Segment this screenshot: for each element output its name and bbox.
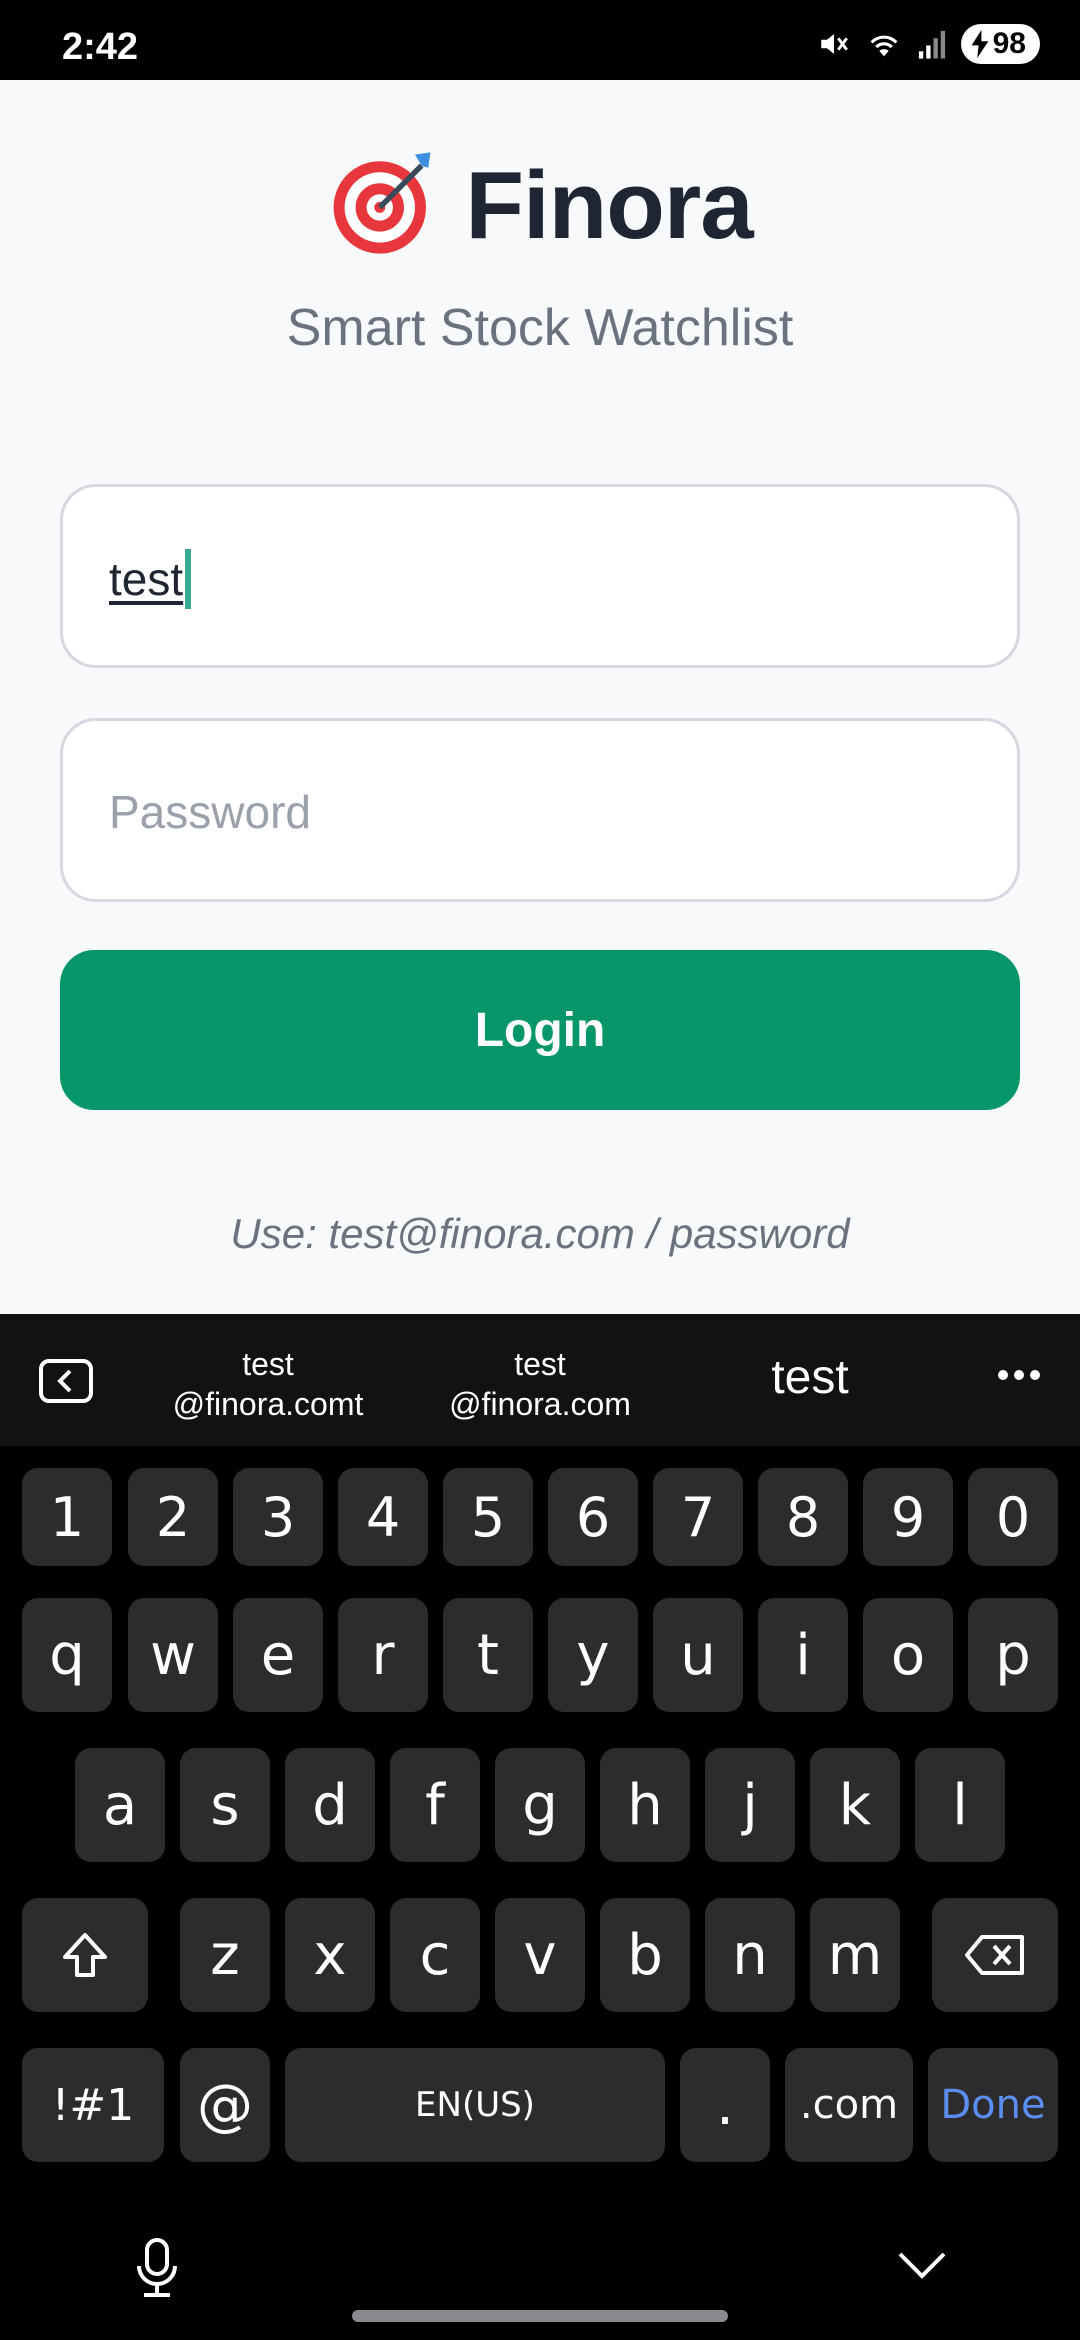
key-g[interactable]: g [495,1748,585,1862]
charging-bolt-icon [971,30,989,58]
key-f[interactable]: f [390,1748,480,1862]
key-0[interactable]: 0 [968,1468,1058,1566]
key-c[interactable]: c [390,1898,480,2012]
at-key[interactable]: @ [180,2048,270,2162]
dotcom-key[interactable]: .com [785,2048,913,2162]
password-field[interactable]: Password [60,718,1020,902]
key-a[interactable]: a [75,1748,165,1862]
suggestion-3[interactable]: test [720,1354,900,1402]
done-key[interactable]: Done [928,2048,1058,2162]
keyboard-back-icon[interactable] [38,1358,94,1409]
email-field-value: test [109,549,192,609]
key-v[interactable]: v [495,1898,585,2012]
key-4[interactable]: 4 [338,1468,428,1566]
backspace-icon [965,1935,1024,1975]
soft-keyboard: test @finora.comt test @finora.com test … [0,1314,1080,2340]
key-2[interactable]: 2 [128,1468,218,1566]
more-options-icon[interactable] [996,1368,1042,1387]
key-p[interactable]: p [968,1598,1058,1712]
key-n[interactable]: n [705,1898,795,2012]
suggestion-bar: test @finora.comt test @finora.com test [0,1314,1080,1446]
key-5[interactable]: 5 [443,1468,533,1566]
email-field[interactable]: test [60,484,1020,668]
key-e[interactable]: e [233,1598,323,1712]
period-key[interactable]: . [680,2048,770,2162]
home-indicator[interactable] [352,2310,728,2322]
key-d[interactable]: d [285,1748,375,1862]
key-m[interactable]: m [810,1898,900,2012]
key-q[interactable]: q [22,1598,112,1712]
status-icons: 98 [817,24,1040,64]
wifi-icon [865,27,903,61]
login-screen: Finora Smart Stock Watchlist test Passwo… [0,80,1080,1314]
key-s[interactable]: s [180,1748,270,1862]
symbols-key[interactable]: !#1 [22,2048,164,2162]
app-subtitle: Smart Stock Watchlist [286,299,794,357]
app-title: Finora [465,151,753,259]
login-button[interactable]: Login [60,950,1020,1110]
key-l[interactable]: l [915,1748,1005,1862]
key-9[interactable]: 9 [863,1468,953,1566]
key-8[interactable]: 8 [758,1468,848,1566]
suggestion-1[interactable]: test @finora.comt [168,1344,368,1424]
suggestion-2[interactable]: test @finora.com [440,1344,640,1424]
key-r[interactable]: r [338,1598,428,1712]
key-x[interactable]: x [285,1898,375,2012]
key-j[interactable]: j [705,1748,795,1862]
credentials-hint: Use: test@finora.com / password [230,1210,850,1257]
space-key[interactable]: EN(US) [285,2048,665,2162]
password-placeholder: Password [109,786,311,838]
status-bar: 2:42 98 [0,0,1080,80]
key-i[interactable]: i [758,1598,848,1712]
key-k[interactable]: k [810,1748,900,1862]
text-caret [185,549,192,609]
key-u[interactable]: u [653,1598,743,1712]
key-b[interactable]: b [600,1898,690,2012]
key-1[interactable]: 1 [22,1468,112,1566]
battery-indicator: 98 [960,24,1040,64]
target-logo-icon [327,148,437,263]
key-t[interactable]: t [443,1598,533,1712]
hide-keyboard-chevron-icon[interactable] [896,2248,948,2287]
shift-icon [63,1933,107,1977]
key-o[interactable]: o [863,1598,953,1712]
battery-level: 98 [992,27,1026,60]
brand-header: Finora [0,148,1080,263]
key-y[interactable]: y [548,1598,638,1712]
key-h[interactable]: h [600,1748,690,1862]
microphone-icon[interactable] [134,2238,180,2303]
key-7[interactable]: 7 [653,1468,743,1566]
shift-key[interactable] [22,1898,148,2012]
mute-icon [817,27,851,61]
backspace-key[interactable] [932,1898,1058,2012]
key-3[interactable]: 3 [233,1468,323,1566]
key-w[interactable]: w [128,1598,218,1712]
key-z[interactable]: z [180,1898,270,2012]
key-6[interactable]: 6 [548,1468,638,1566]
status-time: 2:42 [62,26,139,68]
signal-icon [917,28,947,60]
